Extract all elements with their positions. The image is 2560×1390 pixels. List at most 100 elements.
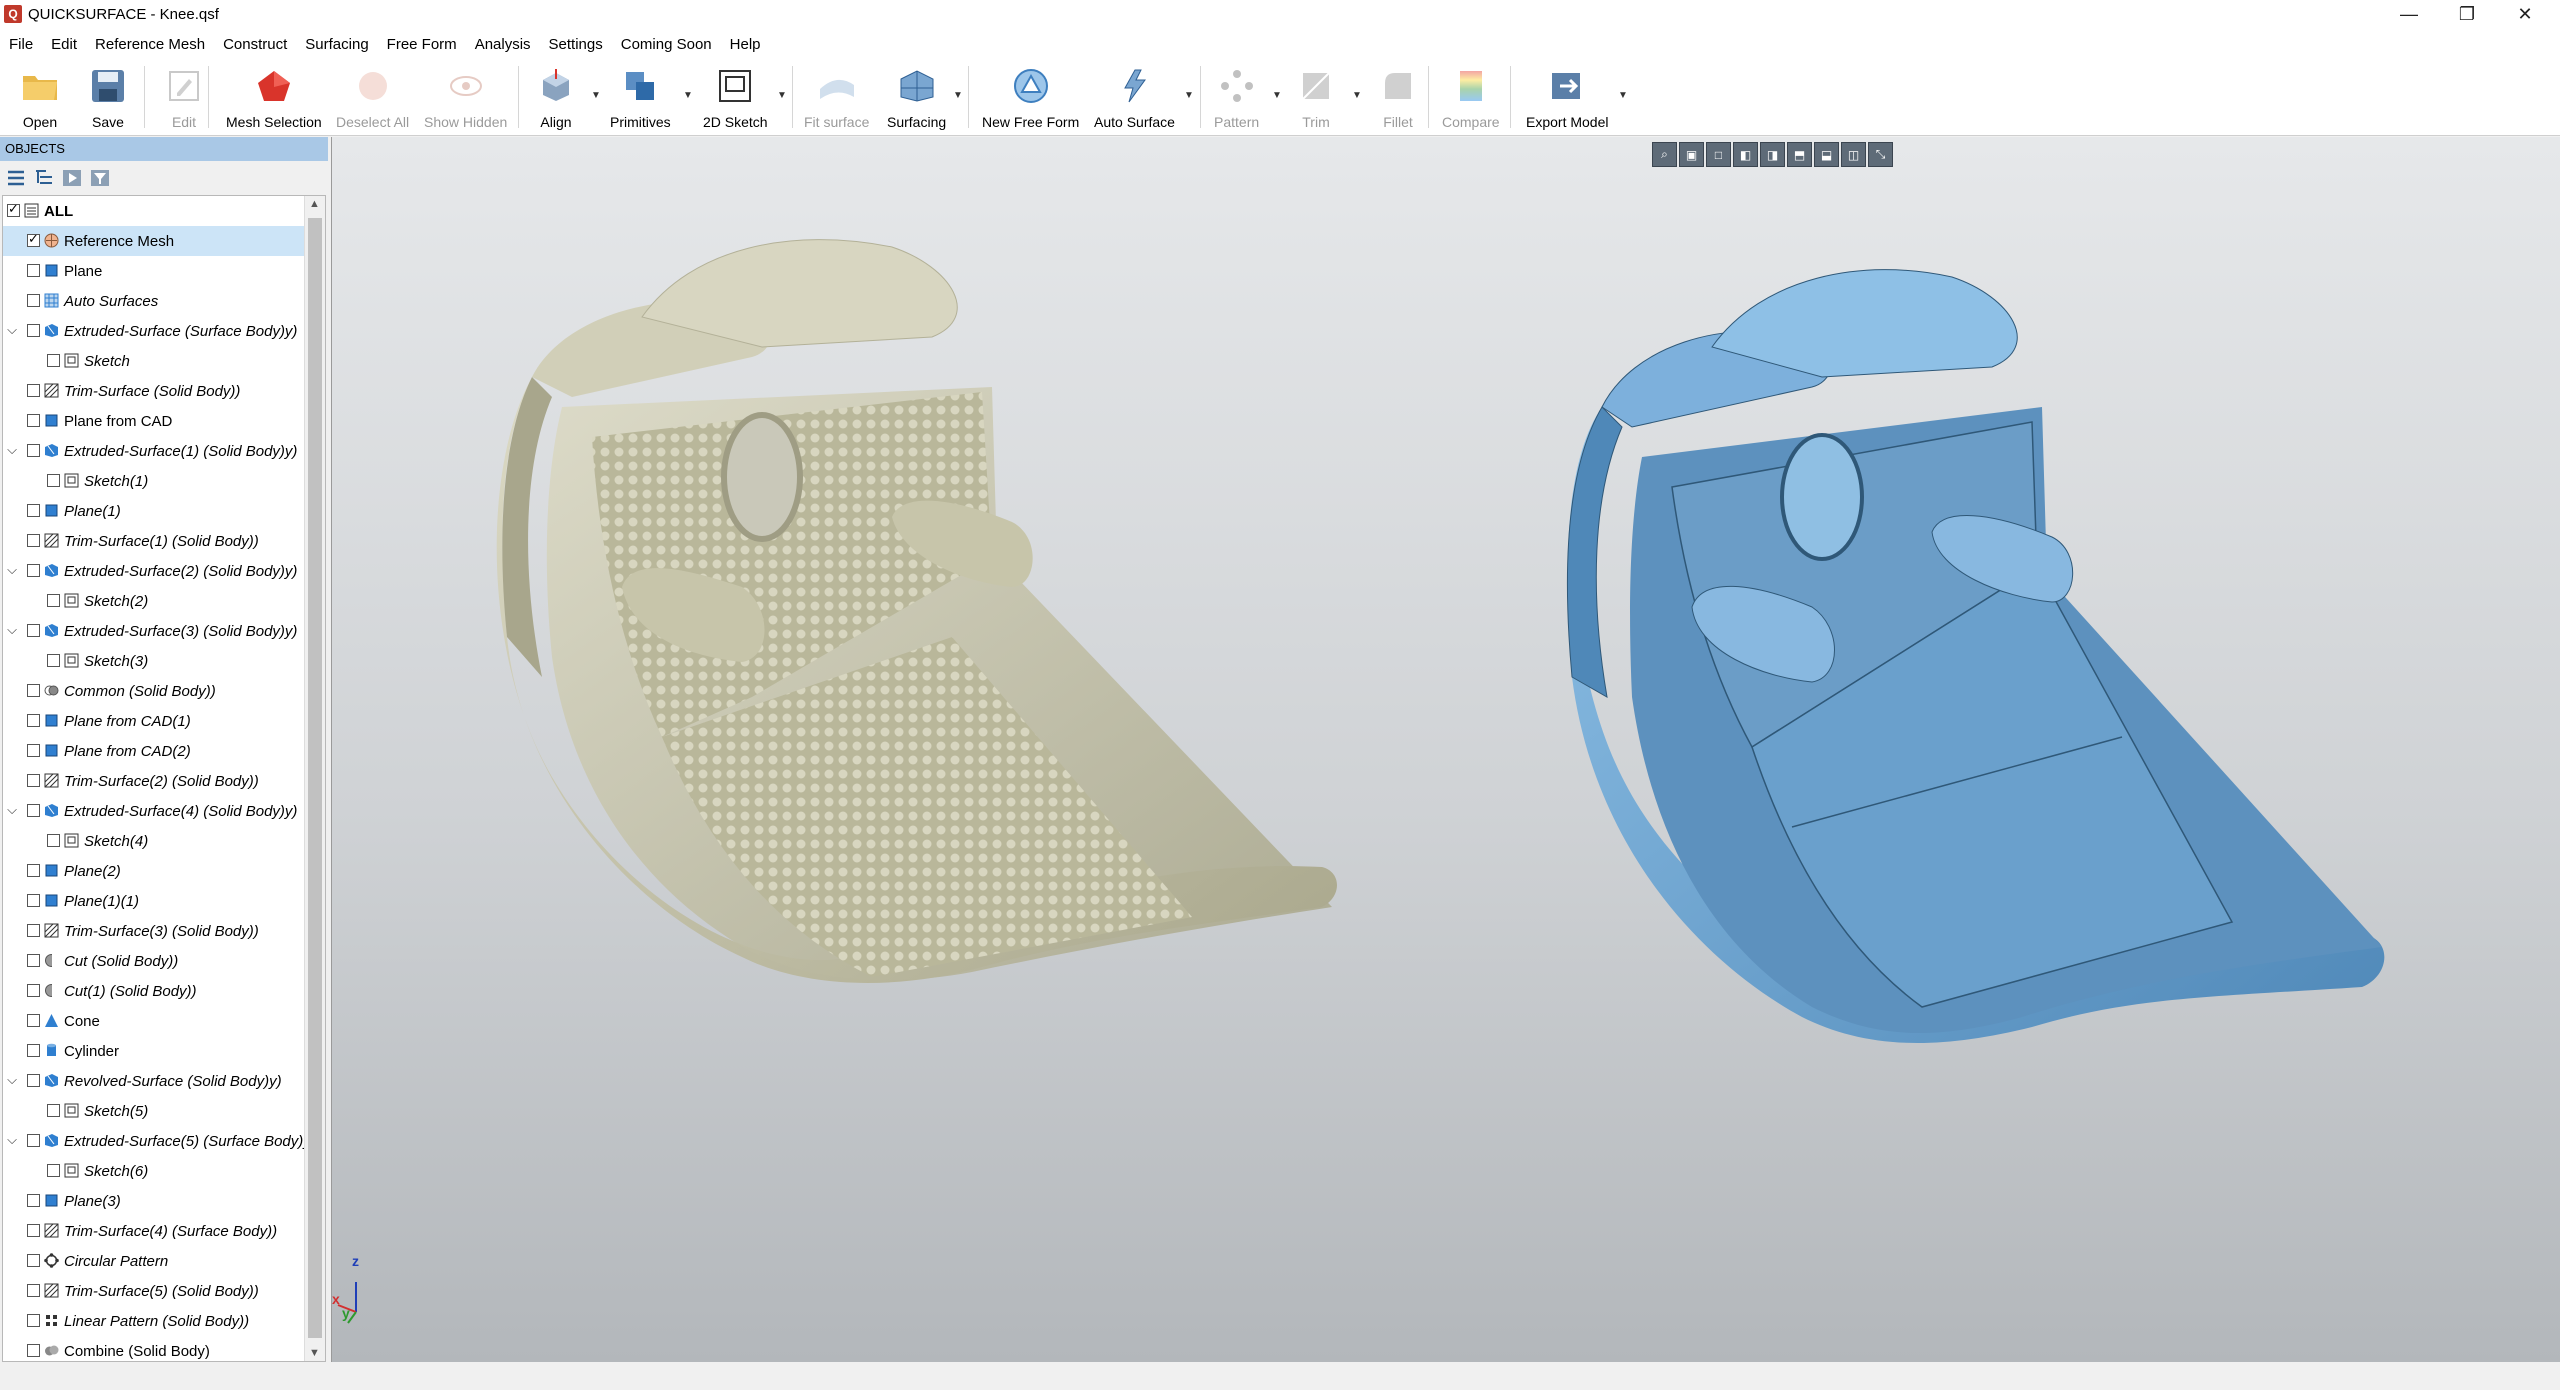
3d-viewport[interactable]: ⌕ ▣ □ ◧ ◨ ⬒ ⬓ ◫ ⤡ z x y [331,137,2560,1362]
restore-button[interactable]: ❐ [2438,0,2496,28]
tree-item[interactable]: Plane(1)(1) [3,886,305,916]
tree-expander-icon[interactable]: ⌵ [5,802,19,818]
primitives-dropdown-arrow[interactable]: ▼ [683,90,693,101]
visibility-checkbox[interactable] [27,744,40,757]
visibility-checkbox[interactable] [47,1164,60,1177]
fillet-button[interactable]: Fillet [1378,66,1418,132]
visibility-checkbox[interactable] [27,1014,40,1027]
visibility-checkbox[interactable] [27,1344,40,1357]
tree-item[interactable]: Plane(3) [3,1186,305,1216]
play-history-icon[interactable] [62,168,82,188]
visibility-checkbox[interactable] [27,1134,40,1147]
menu-coming-soon[interactable]: Coming Soon [612,36,721,53]
visibility-checkbox[interactable] [27,804,40,817]
tree-item[interactable]: Plane(1) [3,496,305,526]
auto-surface-dropdown-arrow[interactable]: ▼ [1184,90,1194,101]
compare-button[interactable]: Compare [1442,66,1500,132]
visibility-checkbox[interactable] [27,684,40,697]
tree-item[interactable]: ⌵ Extruded-Surface(5) (Surface Body)y) [3,1126,316,1156]
tree-item[interactable]: Plane [3,256,305,286]
tree-item[interactable]: Cut (Solid Body)) [3,946,305,976]
tree-item[interactable]: Trim-Surface(2) (Solid Body)) [3,766,305,796]
visibility-checkbox[interactable] [27,1254,40,1267]
pattern-button[interactable]: Pattern [1214,66,1259,132]
visibility-checkbox[interactable] [27,984,40,997]
visibility-checkbox[interactable] [27,624,40,637]
menu-reference-mesh[interactable]: Reference Mesh [86,36,214,53]
tree-item[interactable]: Linear Pattern (Solid Body)) [3,1306,305,1336]
tree-item[interactable]: Trim-Surface(3) (Solid Body)) [3,916,305,946]
visibility-checkbox[interactable] [27,1074,40,1087]
tree-item[interactable]: Trim-Surface(5) (Solid Body)) [3,1276,305,1306]
visibility-checkbox[interactable] [27,294,40,307]
scroll-down-icon[interactable]: ▼ [309,1347,320,1359]
tree-expander-icon[interactable]: ⌵ [5,1072,19,1088]
tree-item[interactable]: Sketch(6) [3,1156,305,1186]
tree-item[interactable]: Plane from CAD(2) [3,736,305,766]
visibility-checkbox[interactable] [27,1194,40,1207]
menu-free-form[interactable]: Free Form [378,36,466,53]
tree-item[interactable]: ⌵ Extruded-Surface(3) (Solid Body)y) [3,616,305,646]
visibility-checkbox[interactable] [27,774,40,787]
tree-item[interactable]: Circular Pattern [3,1246,305,1276]
2d-sketch-button[interactable]: 2D Sketch [703,66,768,132]
tree-item[interactable]: Plane from CAD(1) [3,706,305,736]
tree-item[interactable]: Combine (Solid Body) [3,1336,305,1361]
visibility-checkbox[interactable] [47,354,60,367]
tree-item[interactable]: ⌵ Revolved-Surface (Solid Body)y) [3,1066,305,1096]
tree-item[interactable]: Sketch(5) [3,1096,305,1126]
visibility-checkbox[interactable] [27,894,40,907]
surfacing-dropdown-arrow[interactable]: ▼ [953,90,963,101]
visibility-checkbox[interactable] [27,714,40,727]
menu-surfacing[interactable]: Surfacing [296,36,377,53]
mesh-selection-button[interactable]: Mesh Selection [226,66,322,132]
fit-surface-button[interactable]: Fit surface [804,66,869,132]
close-button[interactable]: ✕ [2496,0,2554,28]
auto-surface-button[interactable]: Auto Surface [1094,66,1175,132]
tree-item[interactable]: Common (Solid Body)) [3,676,305,706]
tree-expander-icon[interactable]: ⌵ [5,442,19,458]
tree-scrollbar-thumb[interactable] [308,218,322,1338]
menu-construct[interactable]: Construct [214,36,296,53]
visibility-checkbox[interactable] [27,264,40,277]
menu-help[interactable]: Help [721,36,770,53]
tree-item[interactable]: Plane from CAD [3,406,305,436]
tree-item[interactable]: Plane(2) [3,856,305,886]
visibility-checkbox[interactable] [27,324,40,337]
tree-item[interactable]: Sketch(2) [3,586,305,616]
visibility-checkbox[interactable] [27,1044,40,1057]
reference-mesh-model[interactable] [496,239,1337,984]
visibility-checkbox[interactable] [7,201,20,217]
open-button[interactable]: Open [20,66,60,132]
visibility-checkbox[interactable] [47,834,60,847]
edit-button[interactable]: Edit [164,66,204,132]
visibility-checkbox[interactable] [27,924,40,937]
sketch-dropdown-arrow[interactable]: ▼ [777,90,787,101]
pattern-dropdown-arrow[interactable]: ▼ [1272,90,1282,101]
save-button[interactable]: Save [88,66,128,132]
filter-icon[interactable] [90,168,110,188]
tree-item[interactable]: Trim-Surface(4) (Surface Body)) [3,1216,305,1246]
primitives-button[interactable]: Primitives [610,66,671,132]
tree-item[interactable]: ⌵ Extruded-Surface(4) (Solid Body)y) [3,796,305,826]
new-free-form-button[interactable]: New Free Form [982,66,1079,132]
export-model-button[interactable]: Export Model [1526,66,1608,132]
tree-item[interactable]: Trim-Surface(1) (Solid Body)) [3,526,305,556]
tree-item[interactable]: Auto Surfaces [3,286,305,316]
surfacing-button[interactable]: Surfacing [887,66,946,132]
show-hidden-button[interactable]: Show Hidden [424,66,507,132]
tree-expander-icon[interactable]: ⌵ [5,322,19,338]
tree-item[interactable]: Trim-Surface (Solid Body)) [3,376,305,406]
tree-expander-icon[interactable]: ⌵ [5,562,19,578]
trim-dropdown-arrow[interactable]: ▼ [1352,90,1362,101]
tree-item[interactable]: Sketch [3,346,305,376]
visibility-checkbox[interactable] [27,444,40,457]
menu-settings[interactable]: Settings [540,36,612,53]
deselect-all-button[interactable]: Deselect All [336,66,409,132]
visibility-checkbox[interactable] [27,384,40,397]
tree-item[interactable]: ⌵ Extruded-Surface(1) (Solid Body)y) [3,436,305,466]
tree-item[interactable]: ALL [3,196,305,226]
tree-item[interactable]: Sketch(1) [3,466,305,496]
tree-view-icon[interactable] [34,168,54,188]
menu-file[interactable]: File [0,36,42,53]
